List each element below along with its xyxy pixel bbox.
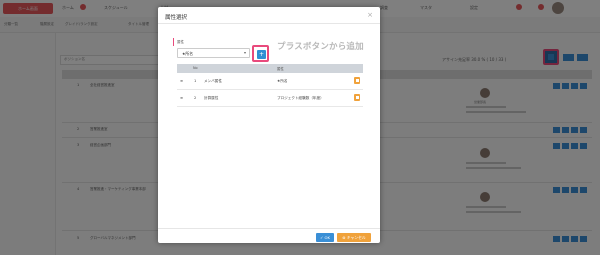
plus-button[interactable]: + (257, 50, 266, 59)
drag-handle-icon[interactable]: ≡ (180, 96, 183, 100)
attribute-select[interactable]: ★所名 ▾ (177, 48, 250, 58)
row-attribute: プロジェクト経験数（年度） (277, 96, 324, 100)
attribute-field-label: 属性 (177, 40, 184, 44)
header-no: No (193, 66, 198, 70)
attribute-select-value: ★所名 (182, 51, 193, 56)
row-no: 1 (194, 79, 197, 83)
trash-icon[interactable] (354, 94, 360, 101)
required-marker (173, 38, 174, 46)
attribute-table: No 属性 ≡ 1 メンバ属性 ★所名 ≡ 2 計算属性 プロジェクト経験数（年… (177, 64, 363, 107)
chevron-down-icon: ▾ (243, 50, 246, 55)
ok-button[interactable]: ✓ OK (316, 233, 334, 242)
annotation-callout: プラスボタンから追加 (277, 42, 364, 52)
plus-button-highlight: + (252, 45, 269, 62)
footer-divider (158, 228, 380, 229)
table-row: ≡ 1 メンバ属性 ★所名 (177, 73, 363, 90)
cancel-label: キャンセル (346, 235, 366, 240)
table-row: ≡ 2 計算属性 プロジェクト経験数（年度） (177, 90, 363, 107)
row-attribute: ★所名 (277, 79, 288, 83)
modal-title: 属性選択 (165, 15, 188, 21)
drag-handle-icon[interactable]: ≡ (180, 79, 183, 83)
row-no: 2 (194, 96, 197, 100)
row-category: メンバ属性 (204, 79, 222, 83)
cancel-button[interactable]: ⊗ キャンセル (337, 233, 371, 242)
header-divider (158, 23, 380, 24)
ok-label: OK (324, 235, 330, 240)
table-header: No 属性 (177, 64, 363, 73)
trash-icon[interactable] (354, 77, 360, 84)
row-category: 計算属性 (204, 96, 219, 100)
close-icon[interactable]: × (367, 12, 373, 19)
header-attribute: 属性 (277, 67, 284, 71)
